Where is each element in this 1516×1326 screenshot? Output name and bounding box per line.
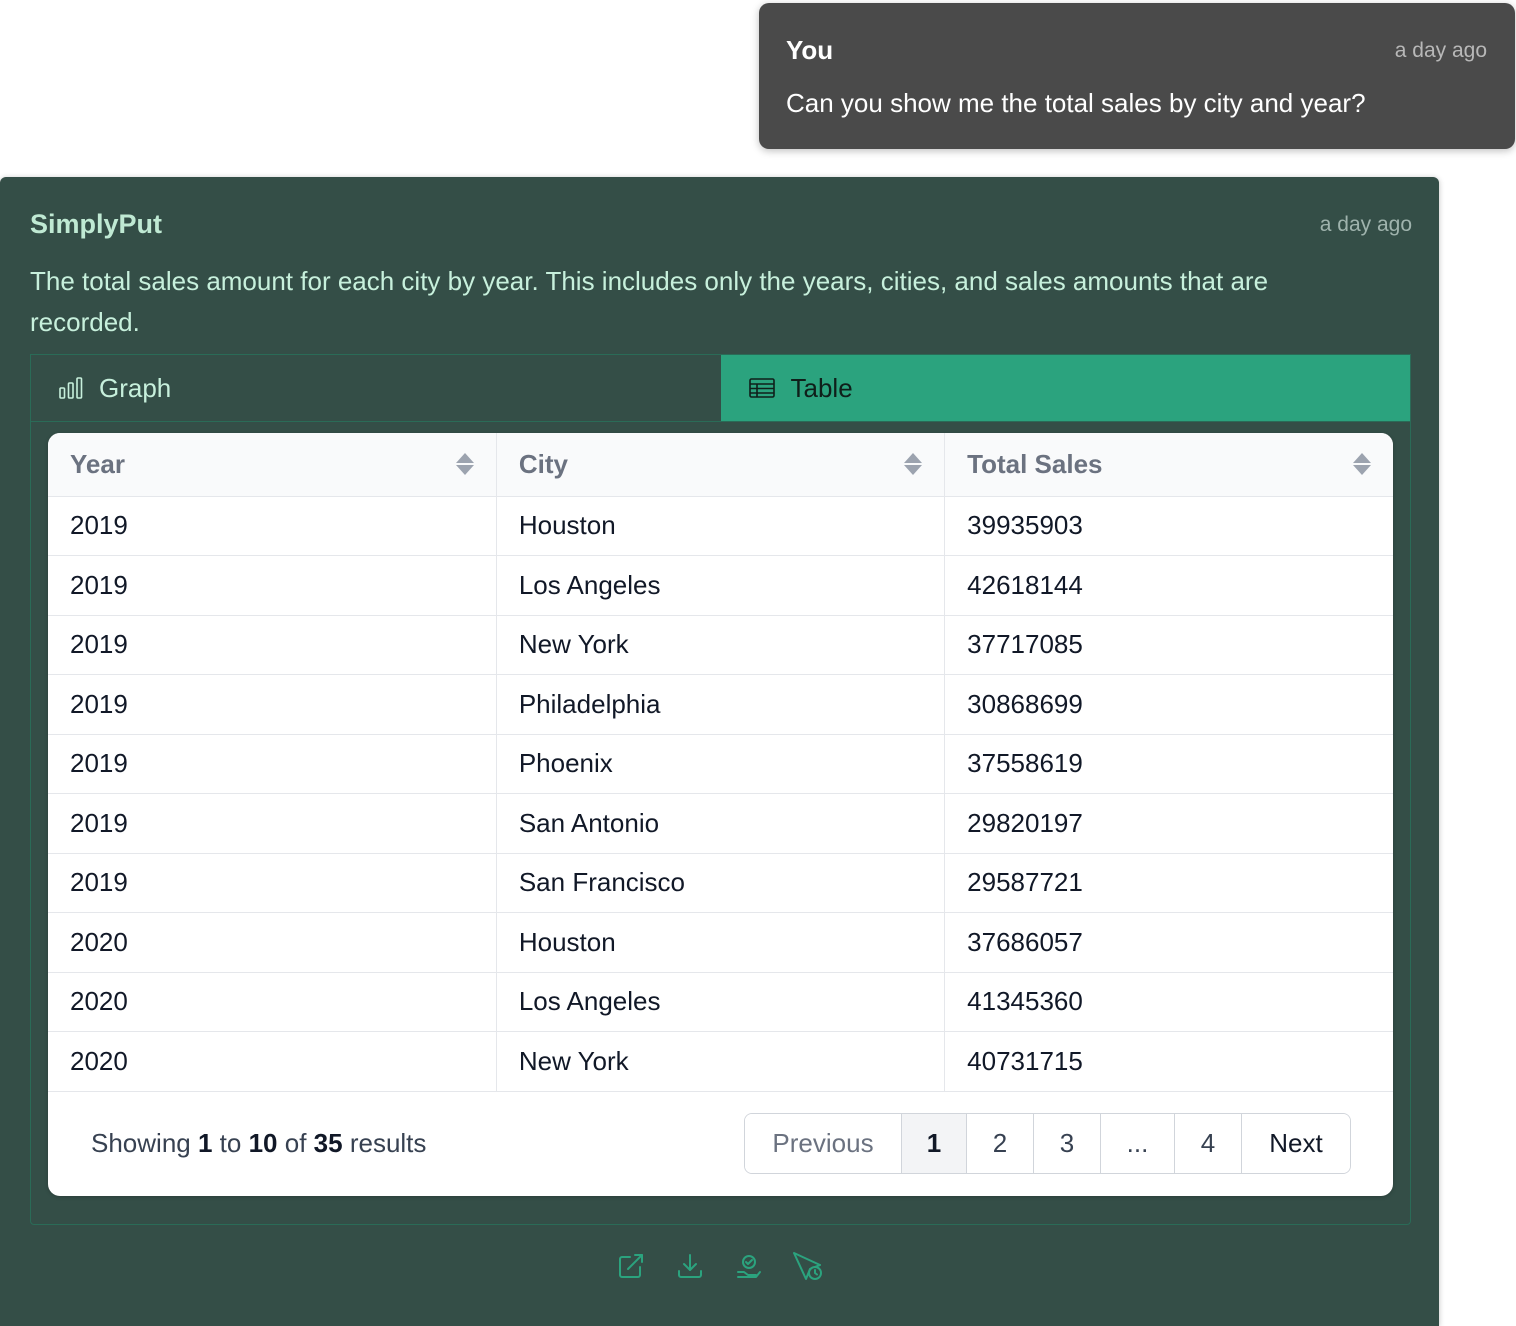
- tab-graph-label: Graph: [99, 372, 172, 403]
- sort-icon[interactable]: [1353, 453, 1371, 476]
- cell-year: 2020: [48, 1031, 497, 1092]
- user-message-text: Can you show me the total sales by city …: [786, 88, 1366, 118]
- cell-total-sales: 30868699: [944, 674, 1393, 735]
- sort-icon[interactable]: [455, 453, 474, 476]
- cell-total-sales: 37717085: [944, 615, 1393, 675]
- column-header-label: City: [518, 448, 568, 479]
- column-header-label: Year: [70, 448, 125, 479]
- sort-icon[interactable]: [904, 453, 923, 476]
- cell-total-sales: 29587721: [944, 853, 1393, 913]
- user-message-bubble: You a day ago Can you show me the total …: [759, 3, 1515, 149]
- table-row: 2020 Houston 37686057: [48, 912, 1393, 973]
- bar-chart-icon: [59, 377, 83, 399]
- cell-city: Philadelphia: [496, 674, 946, 735]
- summary-results-word: results: [349, 1128, 427, 1158]
- previous-page-button[interactable]: Previous: [745, 1114, 902, 1173]
- bot-author: SimplyPut: [30, 209, 163, 239]
- user-author: You: [786, 35, 834, 65]
- cell-city: Phoenix: [496, 734, 946, 794]
- summary-prefix: Showing: [91, 1128, 191, 1158]
- cell-year: 2020: [48, 912, 497, 973]
- cell-total-sales: 41345360: [944, 972, 1393, 1032]
- insight-icon: [737, 1255, 761, 1278]
- cell-year: 2019: [48, 496, 497, 556]
- summary-from: 1: [197, 1128, 213, 1158]
- cell-year: 2019: [48, 853, 497, 913]
- cell-city: New York: [496, 615, 946, 675]
- column-header-year[interactable]: Year: [48, 433, 497, 497]
- page-button-2[interactable]: 2: [967, 1114, 1034, 1173]
- download-icon: [678, 1254, 702, 1278]
- page-button-4[interactable]: 4: [1175, 1114, 1242, 1173]
- cell-year: 2020: [48, 972, 497, 1032]
- page-button-1[interactable]: 1: [902, 1114, 967, 1173]
- table-row: 2019 Houston 39935903: [48, 496, 1393, 556]
- results-summary: Showing 1 to 10 of 35 results: [91, 1128, 426, 1159]
- cell-total-sales: 42618144: [944, 555, 1393, 616]
- cell-total-sales: 37558619: [944, 734, 1393, 794]
- results-table: Year City Total Sales 2019 Houston 39935…: [48, 433, 1393, 1092]
- column-header-total-sales[interactable]: Total Sales: [944, 433, 1393, 497]
- pagination-controls: Previous 1 2 3 ... 4 Next: [744, 1113, 1351, 1174]
- open-external-icon: [619, 1254, 643, 1278]
- cell-city: Houston: [496, 496, 946, 556]
- bot-message-text: The total sales amount for each city by …: [30, 266, 1269, 337]
- cell-total-sales: 37686057: [944, 912, 1393, 973]
- table-row: 2019 San Francisco 29587721: [48, 853, 1393, 913]
- cell-year: 2019: [48, 793, 497, 854]
- open-external-button[interactable]: [615, 1249, 647, 1283]
- table-row: 2019 Los Angeles 42618144: [48, 555, 1393, 616]
- tab-table-label: Table: [790, 372, 853, 403]
- table-row: 2020 Los Angeles 41345360: [48, 972, 1393, 1032]
- bot-timestamp: a day ago: [1319, 212, 1412, 236]
- send-schedule-icon: [793, 1252, 822, 1280]
- table-row: 2019 San Antonio 29820197: [48, 793, 1393, 854]
- cell-city: Los Angeles: [496, 972, 946, 1032]
- bot-response-card: SimplyPut a day ago The total sales amou…: [0, 177, 1439, 1326]
- download-button[interactable]: [674, 1249, 706, 1283]
- insight-button[interactable]: [733, 1249, 765, 1283]
- tab-table[interactable]: Table: [720, 355, 1410, 421]
- summary-of-word: of: [284, 1128, 307, 1158]
- page-button-3[interactable]: 3: [1034, 1114, 1101, 1173]
- table-row: 2019 Phoenix 37558619: [48, 734, 1393, 794]
- cell-city: San Francisco: [496, 853, 946, 913]
- next-page-button[interactable]: Next: [1242, 1114, 1350, 1173]
- cell-year: 2019: [48, 734, 497, 794]
- table-row: 2019 Philadelphia 30868699: [48, 674, 1393, 735]
- pagination-bar: Showing 1 to 10 of 35 results Previous 1…: [48, 1091, 1393, 1196]
- view-tabs: Graph Table: [30, 354, 1411, 422]
- cell-city: Los Angeles: [496, 555, 946, 616]
- cell-city: Houston: [496, 912, 946, 973]
- cell-total-sales: 40731715: [944, 1031, 1393, 1092]
- page-ellipsis: ...: [1101, 1114, 1175, 1173]
- results-table-panel: Year City Total Sales 2019 Houston 39935…: [48, 433, 1393, 1196]
- cell-total-sales: 29820197: [944, 793, 1393, 854]
- cell-year: 2019: [48, 555, 497, 616]
- table-row: 2020 New York 40731715: [48, 1031, 1393, 1092]
- tab-graph[interactable]: Graph: [31, 355, 721, 421]
- cell-year: 2019: [48, 674, 497, 735]
- cell-year: 2019: [48, 615, 497, 675]
- column-header-label: Total Sales: [967, 448, 1103, 479]
- send-schedule-button[interactable]: [792, 1249, 824, 1283]
- table-icon: [748, 378, 775, 398]
- cell-city: San Antonio: [496, 793, 946, 854]
- summary-total: 35: [313, 1128, 343, 1158]
- table-row: 2019 New York 37717085: [48, 615, 1393, 675]
- table-header-row: Year City Total Sales: [48, 433, 1393, 497]
- cell-total-sales: 39935903: [944, 496, 1393, 556]
- summary-to-word: to: [219, 1128, 242, 1158]
- table-body: 2019 Houston 39935903 2019 Los Angeles 426181…: [48, 496, 1393, 1092]
- column-header-city[interactable]: City: [496, 433, 946, 497]
- user-timestamp: a day ago: [1394, 38, 1487, 62]
- summary-to: 10: [248, 1128, 278, 1158]
- message-actions: [0, 1249, 1439, 1283]
- cell-city: New York: [496, 1031, 946, 1092]
